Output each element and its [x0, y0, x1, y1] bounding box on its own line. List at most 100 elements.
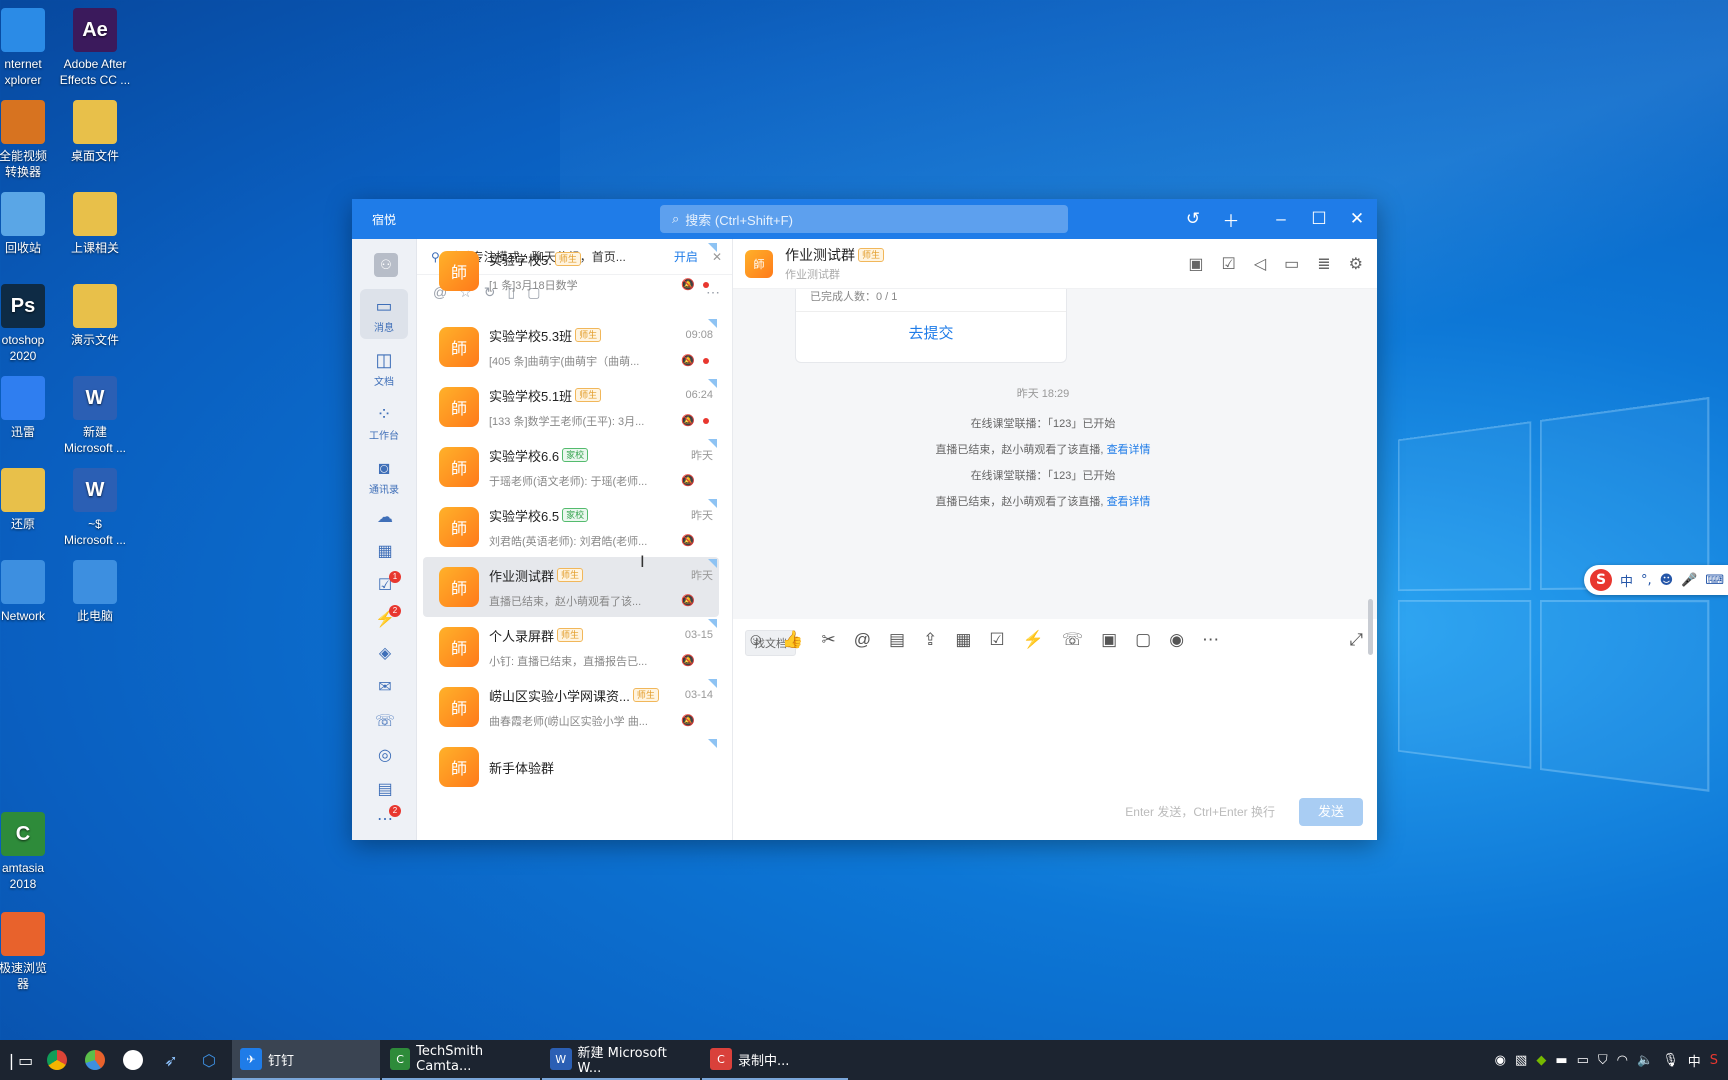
shield-icon[interactable]: ⛉	[1598, 1053, 1608, 1068]
desktop-icon[interactable]: Ae Adobe After Effects CC ...	[52, 8, 138, 88]
conversation-item[interactable]: 師实验学校5.1班 师生 06:24 [133 条]数学王老师(王平): 3月... 🔕	[423, 377, 719, 437]
dingpan-icon[interactable]: ◎	[372, 743, 398, 769]
browser-icon[interactable]	[76, 1040, 114, 1080]
calendar-icon[interactable]: ▦	[372, 539, 398, 565]
search-chat-icon[interactable]: ≣	[1317, 254, 1330, 274]
feishu-icon[interactable]	[114, 1040, 152, 1080]
ime-toolbar: S 中 °, ☻ 🎤 ⌨	[1584, 565, 1728, 595]
sogou-tray-icon[interactable]: S	[1710, 1053, 1718, 1068]
todo-icon[interactable]: ☑ 1	[372, 573, 398, 599]
chat-subtitle: 作业测试群	[785, 266, 884, 282]
more-icon[interactable]: ⋯	[1202, 630, 1219, 650]
schedule-icon[interactable]: ▦	[955, 630, 971, 650]
desktop-icon[interactable]: W 新建 Microsoft ...	[52, 376, 138, 456]
send-button[interactable]: 发送	[1299, 798, 1363, 826]
username[interactable]: 宿悦	[372, 211, 396, 228]
app-tray-icon[interactable]: ▧	[1515, 1053, 1527, 1068]
task-icon[interactable]: ☑	[989, 630, 1004, 650]
ding-icon[interactable]: ⚡ 2	[372, 607, 398, 633]
mic-icon[interactable]: 🎤	[1681, 573, 1697, 588]
input-lang[interactable]: 中	[1688, 1051, 1701, 1070]
dingtalk-tray-icon[interactable]: ◉	[1495, 1053, 1506, 1068]
group-tag: 家校	[562, 448, 588, 462]
nav-docs-label: 文档	[374, 377, 394, 388]
desktop-icon[interactable]: W ~$ Microsoft ...	[52, 468, 138, 548]
security-icon[interactable]: ⬡	[190, 1040, 228, 1080]
search-input[interactable]: ⌕ 搜索 (Ctrl+Shift+F)	[660, 205, 1068, 233]
phone-icon[interactable]: ☏	[372, 709, 398, 735]
desktop-icon[interactable]: Camtasia 2018	[0, 812, 66, 892]
submit-homework-button[interactable]: 去提交	[796, 311, 1066, 356]
at-icon[interactable]: @	[854, 630, 871, 650]
ime-punct[interactable]: °,	[1641, 573, 1652, 588]
minimize-button[interactable]: –	[1262, 199, 1300, 239]
school-icon[interactable]: ◉	[1169, 630, 1184, 650]
ime-lang[interactable]: 中	[1620, 571, 1633, 590]
expand-icon[interactable]: ⤢	[1349, 630, 1363, 650]
doc-icon[interactable]: ▤	[889, 630, 905, 650]
nvidia-icon[interactable]: ◆	[1536, 1053, 1546, 1068]
live-icon[interactable]: ▣	[1188, 254, 1203, 274]
taskbar-app[interactable]: C 录制中...	[702, 1040, 848, 1080]
app-tray-icon[interactable]: ▬	[1555, 1053, 1567, 1068]
folder-icon	[1, 468, 45, 512]
close-button[interactable]: ✕	[1338, 199, 1376, 239]
ding-icon[interactable]: ⚡	[1023, 630, 1044, 650]
conversation-item[interactable]: 師实验学校5.3班 师生 09:08 [405 条]曲萌宇(曲萌宇（曲萌... 🔕	[423, 317, 719, 377]
task-view-icon[interactable]: ❘▭	[0, 1040, 38, 1080]
chrome-icon[interactable]	[38, 1040, 76, 1080]
mic-icon[interactable]: 🎙	[1662, 1053, 1679, 1068]
scissors-icon[interactable]: ✂	[822, 630, 836, 650]
taskbar-app[interactable]: ✈ 钉钉	[232, 1040, 380, 1080]
maximize-button[interactable]: ☐	[1300, 199, 1338, 239]
conversation-item[interactable]: 師作业测试群 师生 昨天 直播已结束，赵小萌观看了该... 🔕	[423, 557, 719, 617]
nav-docs[interactable]: ◫ 文档	[360, 343, 408, 393]
live-icon[interactable]: ▣	[1101, 630, 1117, 650]
desktop-icon[interactable]: 极速浏览器	[0, 912, 66, 992]
taskbar-app[interactable]: C TechSmith Camta...	[382, 1040, 540, 1080]
view-details-link[interactable]: 查看详情	[1107, 496, 1151, 508]
add-icon[interactable]: ＋	[1212, 199, 1250, 239]
sogou-icon[interactable]: S	[1590, 569, 1612, 591]
nav-contacts[interactable]: ◙ 通讯录	[360, 451, 408, 501]
desktop-icon[interactable]: 演示文件	[52, 284, 138, 348]
desktop-icon[interactable]: 上课相关	[52, 192, 138, 256]
avatar[interactable]: ⚇	[374, 253, 398, 277]
conversation-item[interactable]: 師实验学校6.5 家校 昨天 刘君皓(英语老师): 刘君皓(老师... 🔕	[423, 497, 719, 557]
wifi-icon[interactable]: ◠	[1617, 1053, 1628, 1068]
call-icon[interactable]: ☏	[1062, 630, 1083, 650]
nav-workbench[interactable]: ⁘ 工作台	[360, 397, 408, 447]
homework-icon[interactable]: ☑	[1221, 254, 1235, 274]
emoji-icon[interactable]: ☺	[747, 630, 764, 650]
conversation-item[interactable]: 師实验学校6.6 家校 昨天 于瑶老师(语文老师): 于瑶(老师... 🔕	[423, 437, 719, 497]
settings-icon[interactable]: ⚙	[1349, 254, 1363, 274]
volume-icon[interactable]: 🔈	[1637, 1053, 1653, 1068]
screen-share-icon[interactable]: ▢	[1135, 630, 1151, 650]
mail-icon[interactable]: ✉	[372, 675, 398, 701]
taskbar-app[interactable]: W 新建 Microsoft W...	[542, 1040, 700, 1080]
view-details-link[interactable]: 查看详情	[1107, 444, 1151, 456]
network-tray-icon[interactable]: ▭	[1577, 1053, 1589, 1068]
thumbs-up-icon[interactable]: 👍	[782, 630, 803, 650]
emoji-icon[interactable]: ☻	[1660, 573, 1674, 588]
xunlei-icon[interactable]: ➶	[152, 1040, 190, 1080]
upload-icon[interactable]: ⇪	[923, 630, 937, 650]
announce-icon[interactable]: ◁	[1254, 254, 1266, 274]
folder-icon[interactable]: ▤	[372, 777, 398, 803]
conversation-item[interactable]: 師个人录屏群 师生 03-15 小钉: 直播已结束，直播报告已... 🔕	[423, 617, 719, 677]
desktop-icon[interactable]: 桌面文件	[52, 100, 138, 164]
nav-messages[interactable]: ▭ 消息	[360, 289, 408, 339]
more-icon[interactable]: ⋯ 2	[372, 807, 398, 833]
message-input[interactable]: Enter 发送，Ctrl+Enter 换行 发送	[733, 659, 1377, 840]
layers-icon[interactable]: ◈	[372, 641, 398, 667]
group-avatar[interactable]: 師	[745, 250, 773, 278]
files-icon[interactable]: ▭	[1284, 254, 1299, 274]
conversation-item[interactable]: 師新手体验群	[423, 737, 719, 797]
conversation-item[interactable]: 師崂山区实验小学网课资... 师生 03-14 曲春霞老师(崂山区实验小学 曲... 🔕	[423, 677, 719, 737]
keyboard-icon[interactable]: ⌨	[1705, 573, 1724, 588]
history-icon[interactable]: ↺	[1174, 199, 1212, 239]
conversation-item[interactable]: 師实验学校5. 师生 [1 条]3月18日数学 🔕	[423, 241, 719, 301]
corner-marker	[708, 243, 717, 252]
cloud-icon[interactable]: ☁	[372, 505, 398, 531]
desktop-icon[interactable]: 此电脑	[52, 560, 138, 624]
